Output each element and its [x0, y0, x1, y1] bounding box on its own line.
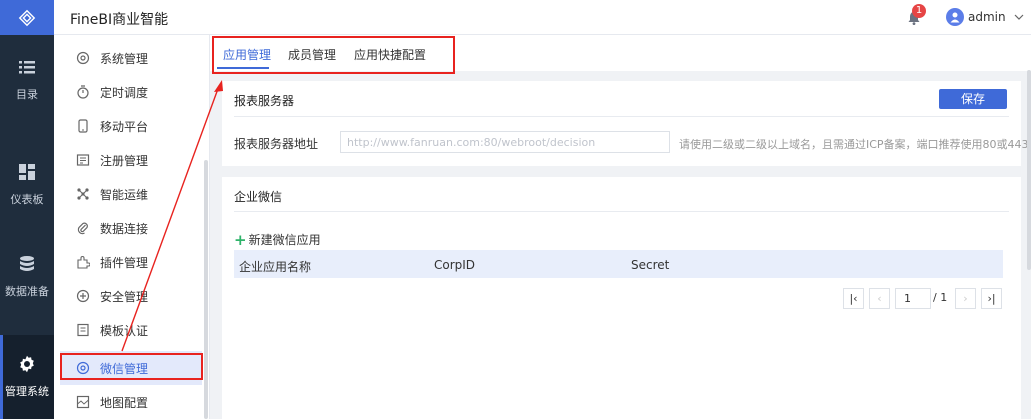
server-address-input[interactable] [340, 131, 670, 153]
user-icon [950, 12, 960, 23]
avatar[interactable] [946, 8, 964, 26]
server-address-hint: 请使用二级或二级以上域名，且需通过ICP备案，端口推荐使用80或443 [679, 138, 1029, 151]
next-page-button[interactable]: › [955, 288, 976, 309]
rail-item-label: 仪表板 [10, 193, 44, 206]
subnav-item-label: 系统管理 [100, 51, 149, 66]
register-icon [76, 154, 90, 166]
subnav-item-label: 地图配置 [100, 395, 149, 410]
subnav-scrollbar[interactable] [204, 160, 208, 419]
logo-icon[interactable] [0, 0, 54, 35]
top-bar: FineBI商业智能 1 admin [54, 0, 1031, 35]
column-header-secret[interactable]: Secret [631, 258, 669, 272]
rail-item-data-prep[interactable]: 数据准备 [0, 242, 54, 312]
server-address-label: 报表服务器地址 [234, 137, 319, 151]
report-server-card: 报表服务器 保存 报表服务器地址 请使用二级或二级以上域名，且需通过ICP备案，… [222, 81, 1029, 166]
database-icon [20, 256, 34, 271]
main-rail: 目录 仪表板 数据准备 管理系统 [0, 0, 54, 419]
subnav-item-mobile[interactable]: 移动平台 [60, 109, 202, 143]
dashboard-icon [19, 164, 35, 180]
rail-item-admin[interactable]: 管理系统 [0, 335, 54, 419]
rail-item-label: 数据准备 [5, 285, 49, 298]
pagination: |‹ ‹ 1 / 1 › ›| [222, 288, 1021, 309]
main-scrollbar[interactable] [1027, 70, 1031, 270]
subnav-item-label: 注册管理 [100, 153, 149, 168]
new-wechat-app-label: 新建微信应用 [248, 233, 321, 247]
list-icon [19, 61, 35, 74]
plus-icon: + [234, 230, 247, 249]
report-server-title: 报表服务器 [234, 94, 295, 108]
table-header: 企业应用名称 CorpID Secret [234, 250, 1003, 278]
shield-icon [76, 289, 90, 303]
subnav-item-template-cert[interactable]: 模板认证 [60, 313, 202, 347]
column-header-app-name[interactable]: 企业应用名称 [239, 258, 311, 275]
subnav-item-plugins[interactable]: 插件管理 [60, 245, 202, 279]
template-icon [77, 323, 89, 337]
annotation-box-tabs [212, 36, 455, 74]
user-name[interactable]: admin [968, 10, 1006, 24]
subnav-item-label: 模板认证 [100, 323, 149, 338]
enterprise-wechat-card: 企业微信 + 新建微信应用 企业应用名称 CorpID Secret |‹ ‹ … [222, 177, 1021, 419]
subnav-item-system[interactable]: 系统管理 [60, 41, 202, 75]
settings-icon [76, 51, 90, 65]
subnav-item-security[interactable]: 安全管理 [60, 279, 202, 313]
ops-icon [77, 188, 89, 200]
subnav-item-map[interactable]: 地图配置 [60, 385, 202, 419]
rail-item-label: 目录 [16, 88, 38, 101]
app-title: FineBI商业智能 [70, 12, 169, 28]
column-header-corpid[interactable]: CorpID [434, 258, 475, 272]
subnav-item-data-connection[interactable]: 数据连接 [60, 211, 202, 245]
link-icon [77, 222, 88, 235]
timer-icon [77, 85, 89, 99]
subnav-item-label: 安全管理 [100, 289, 149, 304]
rail-item-catalog[interactable]: 目录 [0, 45, 54, 115]
annotation-box-wechat [60, 353, 203, 380]
save-button[interactable]: 保存 [939, 89, 1007, 109]
plugin-icon [77, 256, 90, 269]
mobile-icon [78, 119, 88, 133]
main-content: 应用管理 成员管理 应用快捷配置 报表服务器 保存 报表服务器地址 请使用二级或… [210, 35, 1031, 419]
prev-page-button[interactable]: ‹ [869, 288, 890, 309]
chevron-down-icon[interactable] [1014, 12, 1024, 22]
subnav-item-label: 定时调度 [100, 85, 149, 100]
notification-badge: 1 [912, 4, 926, 18]
subnav-item-label: 智能运维 [100, 187, 149, 202]
divider [234, 211, 1009, 212]
last-page-button[interactable]: ›| [981, 288, 1002, 309]
page-number-input[interactable]: 1 [895, 288, 931, 309]
first-page-button[interactable]: |‹ [843, 288, 864, 309]
subnav-item-label: 移动平台 [100, 119, 149, 134]
gear-icon [20, 355, 34, 373]
subnav-item-ops[interactable]: 智能运维 [60, 177, 202, 211]
rail-item-dashboard[interactable]: 仪表板 [0, 150, 54, 220]
rail-item-label: 管理系统 [5, 385, 49, 398]
divider [234, 116, 1009, 117]
subnav-item-register[interactable]: 注册管理 [60, 143, 202, 177]
page-total: / 1 [933, 291, 948, 304]
subnav-item-label: 插件管理 [100, 255, 149, 270]
subnav-item-label: 数据连接 [100, 221, 149, 236]
map-icon [76, 395, 90, 409]
enterprise-wechat-title: 企业微信 [234, 190, 283, 204]
new-wechat-app-button[interactable]: + 新建微信应用 [234, 231, 321, 248]
subnav-item-schedule[interactable]: 定时调度 [60, 75, 202, 109]
